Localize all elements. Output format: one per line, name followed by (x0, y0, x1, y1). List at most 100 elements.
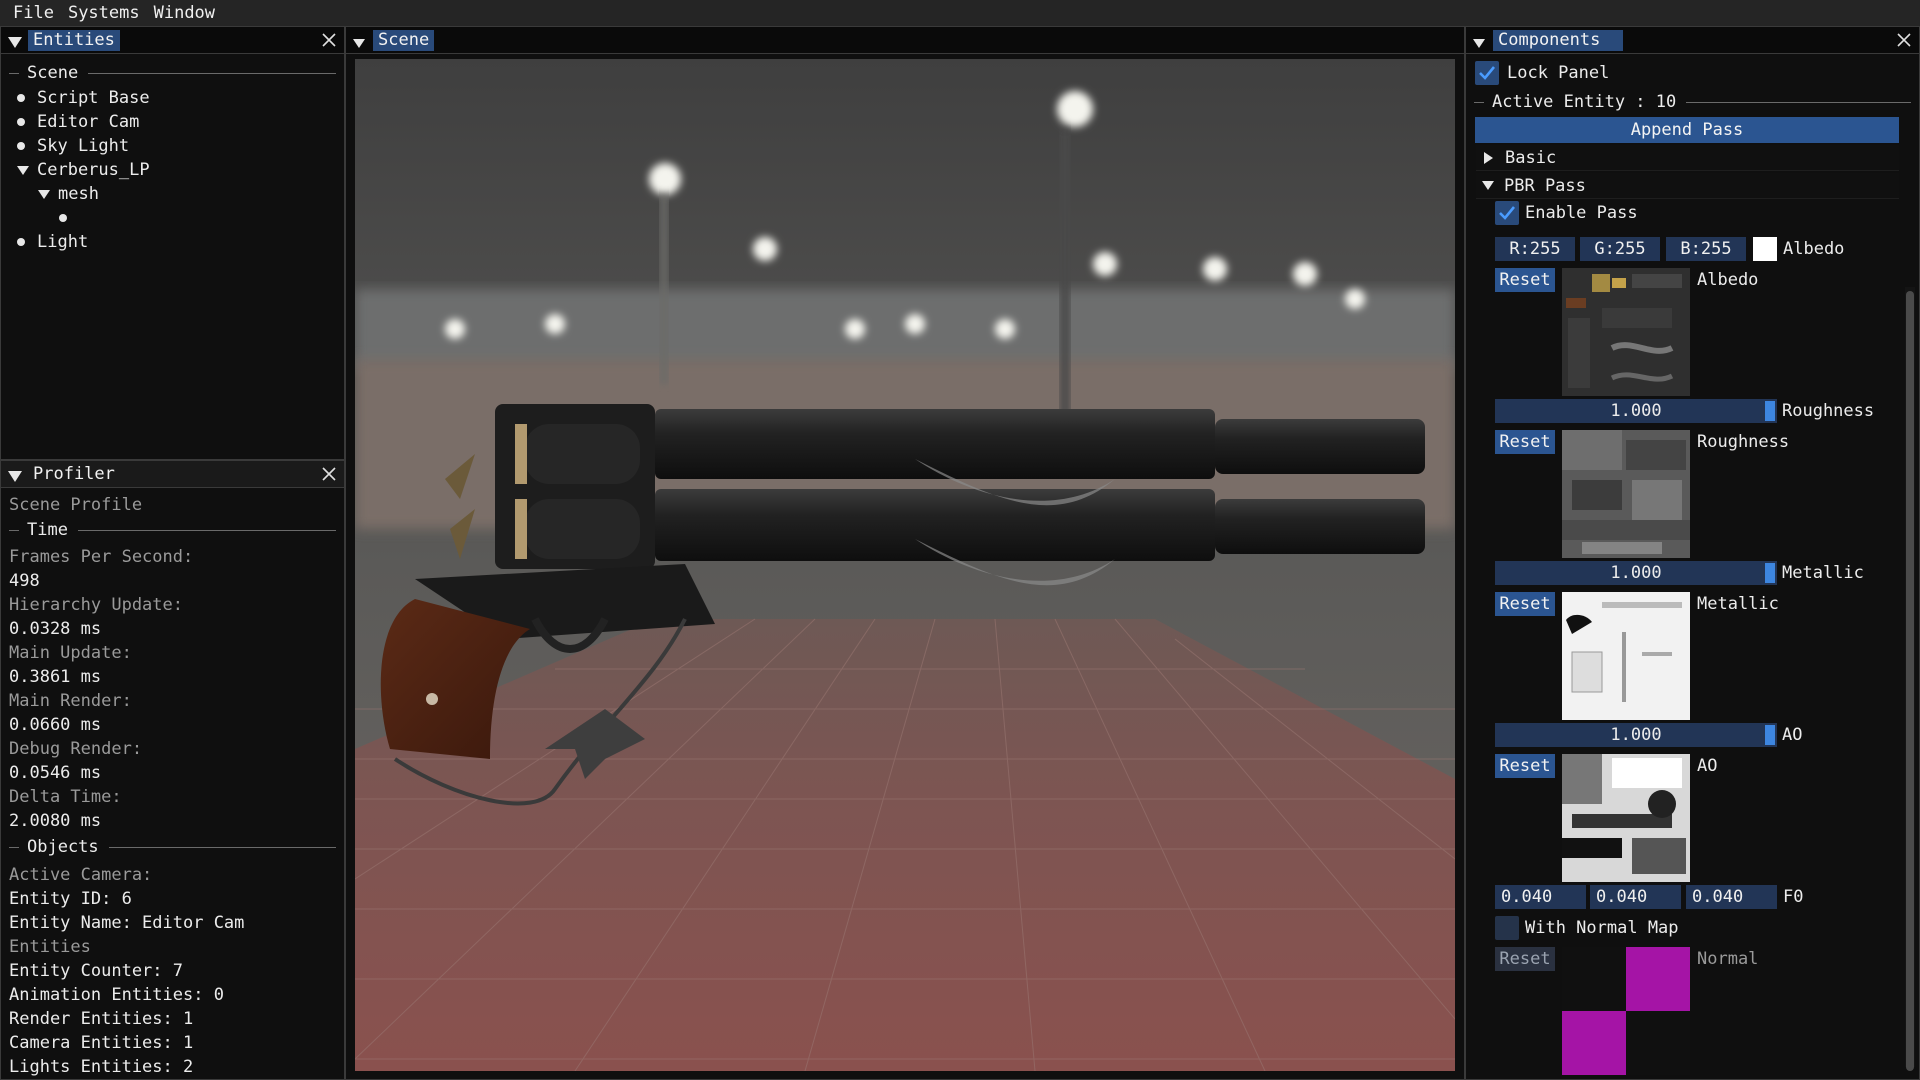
ao-slider[interactable]: 1.000 (1495, 723, 1777, 747)
roughness-texture[interactable] (1562, 430, 1690, 558)
tree-item-label: Light (37, 232, 89, 252)
objects-separator: Objects (9, 836, 336, 858)
fps-value: 498 (9, 571, 40, 591)
tree-item-label: mesh (58, 184, 99, 204)
tree-item-mesh[interactable]: mesh (38, 183, 99, 205)
components-title: Components (1493, 29, 1623, 51)
tree-item-mesh-child[interactable] (59, 207, 79, 229)
render-entities: Render Entities: 1 (9, 1009, 194, 1029)
expanded-triangle-icon[interactable] (17, 165, 29, 175)
main-render-value: 0.0660 ms (9, 715, 102, 735)
basic-header[interactable]: Basic (1476, 145, 1899, 171)
main-render-label: Main Render: (9, 691, 132, 711)
components-scrollbar-thumb[interactable] (1906, 291, 1914, 1071)
menu-systems[interactable]: Systems (61, 0, 147, 26)
debug-render-value: 0.0546 ms (9, 763, 102, 783)
albedo-texture-image (1562, 268, 1690, 396)
menu-window[interactable]: Window (147, 0, 222, 26)
metallic-slider[interactable]: 1.000 (1495, 561, 1777, 585)
collapsed-triangle-icon (1484, 151, 1493, 164)
ao-reset-button[interactable]: Reset (1495, 754, 1555, 778)
collapse-icon[interactable] (353, 33, 367, 48)
delta-label: Delta Time: (9, 787, 122, 807)
animation-entities: Animation Entities: 0 (9, 985, 224, 1005)
tree-item-cerberus[interactable]: Cerberus_LP (17, 159, 150, 181)
entities-label: Entities (9, 937, 91, 957)
profiler-titlebar: Profiler (1, 461, 344, 488)
expanded-triangle-icon (1482, 181, 1494, 190)
entities-title: Entities (28, 29, 120, 51)
lock-panel-checkbox[interactable] (1475, 61, 1499, 85)
time-section-label: Time (27, 520, 68, 540)
slider-grab[interactable] (1765, 401, 1775, 421)
menu-file[interactable]: File (6, 0, 61, 26)
collapse-icon[interactable] (8, 467, 22, 482)
rendered-scene (355, 59, 1455, 1071)
tree-item-script-base[interactable]: Script Base (17, 87, 150, 109)
close-icon[interactable] (1895, 31, 1913, 49)
roughness-slider[interactable]: 1.000 (1495, 399, 1777, 423)
slider-grab[interactable] (1765, 563, 1775, 583)
checkmark-icon (1499, 206, 1516, 220)
ao-texture-label: AO (1697, 756, 1718, 776)
f0-label: F0 (1783, 887, 1804, 907)
tree-item-label: Script Base (37, 88, 150, 108)
main-update-value: 0.3861 ms (9, 667, 102, 687)
delta-value: 2.0080 ms (9, 811, 102, 831)
albedo-r-field[interactable]: R:255 (1495, 237, 1575, 261)
scene-viewport[interactable] (355, 59, 1455, 1071)
ao-texture-image (1562, 754, 1690, 882)
ao-texture[interactable] (1562, 754, 1690, 882)
components-titlebar: Components (1466, 27, 1919, 54)
collapse-icon[interactable] (1473, 33, 1487, 48)
tree-item-label: Sky Light (37, 136, 130, 156)
expanded-triangle-icon[interactable] (38, 189, 50, 199)
tree-item-label: Editor Cam (37, 112, 140, 132)
normal-map-checkbox[interactable] (1495, 916, 1519, 940)
collapse-icon[interactable] (8, 33, 22, 48)
camera-entities: Camera Entities: 1 (9, 1033, 194, 1053)
f0-x-field[interactable]: 0.040 (1495, 885, 1586, 909)
fps-label: Frames Per Second: (9, 547, 194, 567)
bullet-icon (59, 214, 67, 222)
albedo-texture[interactable] (1562, 268, 1690, 396)
normal-reset-button[interactable]: Reset (1495, 947, 1555, 971)
albedo-g-field[interactable]: G:255 (1580, 237, 1660, 261)
profiler-panel: Profiler Scene Profile Time Frames Per S… (0, 460, 345, 1080)
slider-grab[interactable] (1765, 725, 1775, 745)
albedo-color-swatch[interactable] (1753, 237, 1777, 261)
active-entity-separator: Active Entity : 10 (1474, 91, 1911, 113)
entities-panel: Entities Scene Script Base Editor Cam Sk… (0, 26, 345, 460)
albedo-reset-button[interactable]: Reset (1495, 268, 1555, 292)
components-panel: Components Lock Panel Active Entity : 10… (1465, 26, 1920, 1080)
tree-item-editor-cam[interactable]: Editor Cam (17, 111, 139, 133)
active-entity-label: Active Entity : 10 (1492, 92, 1677, 112)
roughness-reset-button[interactable]: Reset (1495, 430, 1555, 454)
ao-value: 1.000 (1610, 725, 1662, 745)
lock-panel-label: Lock Panel (1507, 63, 1610, 83)
albedo-b-field[interactable]: B:255 (1666, 237, 1746, 261)
append-pass-button[interactable]: Append Pass (1475, 117, 1899, 143)
metallic-reset-button[interactable]: Reset (1495, 592, 1555, 616)
enable-pass-label: Enable Pass (1525, 203, 1638, 223)
enable-pass-checkbox[interactable] (1495, 201, 1519, 225)
metallic-texture-image (1562, 592, 1690, 720)
basic-header-label: Basic (1505, 147, 1557, 168)
entity-id: Entity ID: 6 (9, 889, 132, 909)
tree-item-light[interactable]: Light (17, 231, 88, 253)
metallic-texture[interactable] (1562, 592, 1690, 720)
profiler-title: Profiler (33, 463, 115, 484)
scene-separator: Scene (9, 62, 336, 84)
f0-y-field[interactable]: 0.040 (1590, 885, 1681, 909)
bullet-icon (17, 142, 25, 150)
close-icon[interactable] (320, 465, 338, 483)
close-icon[interactable] (320, 31, 338, 49)
pbr-pass-header[interactable]: PBR Pass (1476, 173, 1899, 199)
normal-texture[interactable] (1562, 947, 1690, 1075)
metallic-value: 1.000 (1610, 563, 1662, 583)
scene-panel: Scene (345, 26, 1465, 1080)
scene-titlebar: Scene (346, 27, 1464, 54)
tree-item-sky-light[interactable]: Sky Light (17, 135, 129, 157)
f0-z-field[interactable]: 0.040 (1686, 885, 1777, 909)
pbr-header-label: PBR Pass (1504, 175, 1586, 196)
